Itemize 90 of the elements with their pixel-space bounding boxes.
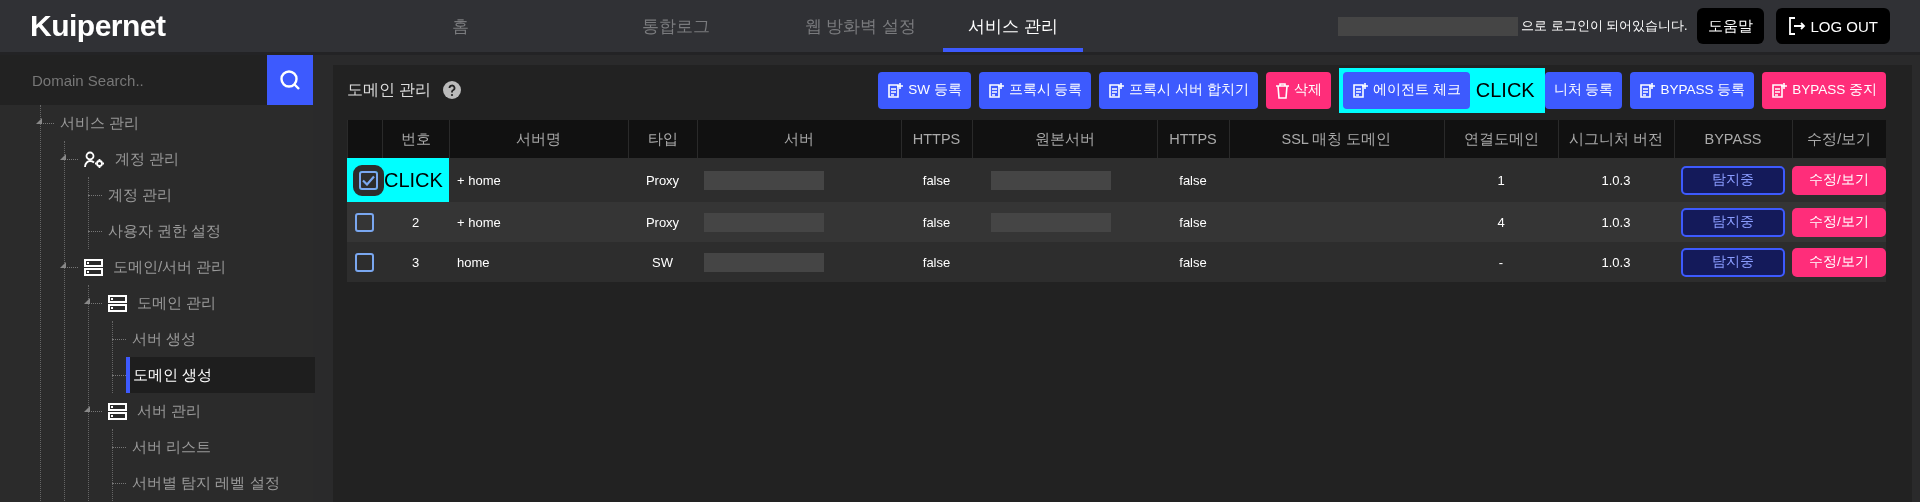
help-icon[interactable] xyxy=(442,81,461,99)
tree-item[interactable]: 서버별 탐지 레벨 설정 xyxy=(132,465,280,501)
server-icon xyxy=(108,402,127,420)
column-header: 연결도메인 xyxy=(1444,120,1558,158)
tree-item[interactable]: 서버 생성 xyxy=(132,321,197,357)
table-cell: 2 xyxy=(382,202,449,242)
tree-item[interactable]: 도메인 관리 xyxy=(108,285,217,321)
logo: Kuipernet xyxy=(30,9,167,43)
table-cell: 1.0.3 xyxy=(1558,202,1674,242)
toolbar-button[interactable]: 삭제 xyxy=(1266,71,1331,109)
header-cell xyxy=(347,120,382,158)
tree-item[interactable]: 계정 관리 xyxy=(84,141,180,177)
server-icon xyxy=(84,258,103,276)
trash-icon xyxy=(1275,81,1290,99)
edit-view-button[interactable]: 수정/보기 xyxy=(1792,207,1886,237)
column-header: HTTPS xyxy=(901,120,972,158)
column-header: BYPASS xyxy=(1674,120,1792,158)
table-cell: false xyxy=(1157,202,1229,242)
toolbar-button[interactable]: 프록시 서버 합치기 xyxy=(1099,71,1258,109)
note-plus-icon xyxy=(987,81,1005,99)
toolbar-button[interactable]: BYPASS 등록 xyxy=(1630,71,1755,109)
logout-icon xyxy=(1788,17,1807,35)
row-checkbox[interactable] xyxy=(355,252,374,272)
column-header: 타입 xyxy=(628,120,697,158)
callout-label: CLICK xyxy=(347,158,449,202)
toolbar-button[interactable]: 프록시 등록 xyxy=(978,71,1092,109)
table-cell: 1.0.3 xyxy=(1558,158,1674,202)
tree-item[interactable]: 계정 관리 xyxy=(108,177,173,213)
table-cell: - xyxy=(1444,242,1558,282)
login-status-text: 으로 로그인이 되어있습니다. xyxy=(1521,17,1688,35)
help-button[interactable]: 도움말 xyxy=(1697,8,1765,44)
bypass-status-button[interactable]: 탐지중 xyxy=(1681,207,1785,237)
table-cell: false xyxy=(901,158,972,202)
table-cell: false xyxy=(901,202,972,242)
column-header: 서버 xyxy=(697,120,901,158)
nav-tab[interactable]: 홈 xyxy=(348,0,573,52)
note-plus-icon xyxy=(1771,81,1789,99)
edit-view-button[interactable]: 수정/보기 xyxy=(1792,247,1886,277)
toolbar-button[interactable]: SW 등록 xyxy=(878,71,971,109)
tree-item[interactable]: 서비스 관리 xyxy=(60,105,140,141)
page-title: 도메인 관리 xyxy=(346,79,431,100)
column-header: 서버명 xyxy=(449,120,628,158)
table-cell: 4 xyxy=(1444,202,1558,242)
note-plus-icon xyxy=(887,81,905,99)
column-header: SSL 매칭 도메인 xyxy=(1229,120,1444,158)
expanded-caret-icon[interactable] xyxy=(60,154,66,160)
table-cell: 3 xyxy=(382,242,449,282)
expanded-caret-icon[interactable] xyxy=(36,118,42,124)
table-cell: Proxy xyxy=(628,158,697,202)
search-button[interactable] xyxy=(266,55,313,105)
column-header: 시그니처 버전 xyxy=(1558,120,1674,158)
table-cell: false xyxy=(901,242,972,282)
toolbar-button[interactable]: BYPASS 중지 xyxy=(1762,71,1886,109)
table-cell: 1 xyxy=(1444,158,1558,202)
expanded-caret-icon[interactable] xyxy=(60,262,66,268)
table-cell: + home xyxy=(449,158,628,202)
server-icon xyxy=(108,294,127,312)
nav-tab[interactable]: 통합로그 xyxy=(573,0,778,52)
logout-button[interactable]: LOG OUT xyxy=(1776,8,1890,44)
tree-item[interactable]: 도메인 생성 xyxy=(126,357,315,393)
note-plus-icon xyxy=(1108,81,1126,99)
nav-tab[interactable]: 웹 방화벽 설정 xyxy=(778,0,943,52)
bypass-status-button[interactable]: 탐지중 xyxy=(1681,165,1785,195)
user-gear-icon xyxy=(84,150,105,168)
expanded-caret-icon[interactable] xyxy=(84,298,90,304)
table-cell: home xyxy=(449,242,628,282)
tree-item[interactable]: 도메인/서버 관리 xyxy=(84,249,227,285)
table-cell: false xyxy=(1157,242,1229,282)
table-cell: SW xyxy=(628,242,697,282)
table-cell: 1.0.3 xyxy=(1558,242,1674,282)
note-plus-icon xyxy=(1639,81,1657,99)
table-cell: + home xyxy=(449,202,628,242)
edit-view-button[interactable]: 수정/보기 xyxy=(1792,165,1886,195)
tree-item[interactable]: 서버 리스트 xyxy=(132,429,212,465)
column-header: 번호 xyxy=(382,120,449,158)
table-cell: false xyxy=(1157,158,1229,202)
column-header: 수정/보기 xyxy=(1792,120,1886,158)
table-cell: Proxy xyxy=(628,202,697,242)
expanded-caret-icon[interactable] xyxy=(84,406,90,412)
toolbar-button[interactable]: 에이전트 체크 xyxy=(1343,71,1470,109)
column-header: 원본서버 xyxy=(972,120,1157,158)
row-checkbox[interactable] xyxy=(355,212,374,232)
toolbar-button[interactable]: 니처 등록 xyxy=(1544,71,1623,109)
search-icon xyxy=(278,69,301,91)
note-plus-icon xyxy=(1352,81,1369,99)
column-header: HTTPS xyxy=(1157,120,1229,158)
search-field[interactable]: Domain Search.. xyxy=(0,55,267,105)
tree-item[interactable]: 서버 관리 xyxy=(108,393,202,429)
tree-item[interactable]: 사용자 권한 설정 xyxy=(108,213,222,249)
bypass-status-button[interactable]: 탐지중 xyxy=(1681,247,1785,277)
